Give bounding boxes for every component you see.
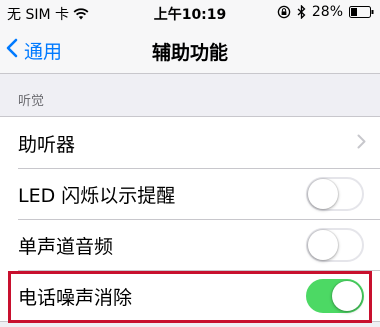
row-label: 电话噪声消除 [18,287,133,309]
row-phone-noise-cancellation: 电话噪声消除 [0,270,380,321]
row-label: 助听器 [18,134,76,156]
row-label: 单声道音频 [18,236,114,258]
status-right: 28% [277,4,374,20]
settings-list: 助听器 LED 闪烁以示提醒 单声道音频 电话噪声消除 [0,116,380,322]
screen: 无 SIM 卡 上午10:19 28% 通用 辅助功能 听觉 助听器 LED 闪… [0,0,380,327]
lock-rotation-icon [277,5,291,19]
page-title: 辅助功能 [151,42,228,64]
toggle-knob [332,281,362,311]
section-header-hearing: 听觉 [18,94,45,109]
mono-audio-toggle[interactable] [306,228,364,262]
phone-noise-cancellation-toggle[interactable] [306,279,364,313]
toggle-knob [308,179,338,209]
battery-percent: 28% [311,4,343,20]
status-bar: 无 SIM 卡 上午10:19 28% [0,0,380,26]
bluetooth-icon [297,5,306,19]
row-mono-audio: 单声道音频 [0,219,380,270]
battery-icon [349,6,374,18]
row-label: LED 闪烁以示提醒 [18,185,176,207]
row-hearing-aids[interactable]: 助听器 [0,117,380,168]
navigation-bar: 通用 辅助功能 [0,26,380,74]
row-led-flash: LED 闪烁以示提醒 [0,168,380,219]
chevron-right-icon [357,134,366,153]
led-flash-toggle[interactable] [306,177,364,211]
toggle-knob [308,230,338,260]
